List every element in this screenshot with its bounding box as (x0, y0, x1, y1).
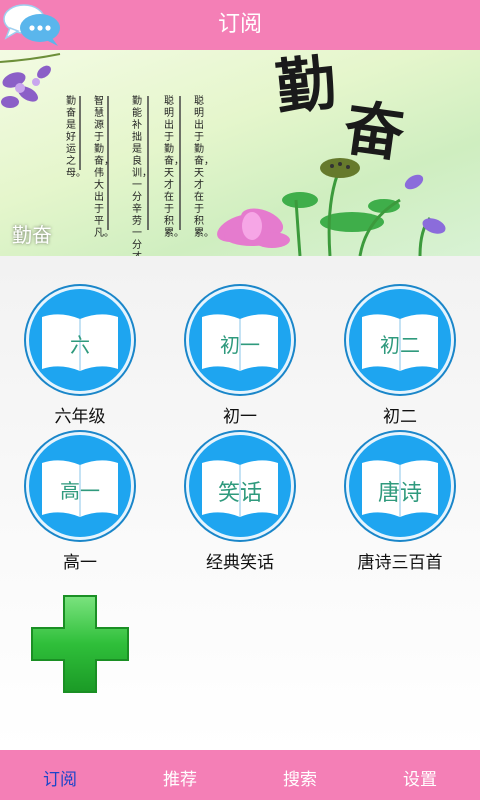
poem-line-2: 勤能补拙是良训，一分辛劳一分才。 (132, 96, 152, 256)
subscription-item-jokes[interactable]: 笑话 经典笑话 (160, 432, 320, 573)
banner[interactable]: 勤奋是好运之母。 智慧源于勤奋，伟大出于平凡。 勤能补拙是良训，一分辛劳一分才。… (0, 50, 480, 256)
book-icon: 唐诗 (346, 432, 454, 540)
book-icon: 六 (26, 286, 134, 394)
plus-icon (31, 595, 129, 693)
subscription-item-gao1[interactable]: 高一 高一 (0, 432, 160, 573)
tab-recommend[interactable]: 推荐 (120, 750, 240, 800)
book-cover-text: 笑话 (217, 481, 262, 506)
add-subscription-button[interactable] (30, 594, 130, 694)
tab-settings[interactable]: 设置 (360, 750, 480, 800)
book-icon: 初二 (346, 286, 454, 394)
subscription-label: 唐诗三百首 (357, 553, 443, 573)
book-cover-text: 唐诗 (377, 481, 422, 506)
calligraphy-char-1: 勤 (272, 50, 340, 124)
tab-subscribe[interactable]: 订阅 (0, 750, 120, 800)
book-cover-text: 高一 (60, 479, 100, 503)
calligraphy-char-2: 奋 (339, 93, 409, 171)
subscription-item-tang-poems[interactable]: 唐诗 唐诗三百首 (320, 432, 480, 573)
top-bar: 订阅 (0, 0, 480, 50)
subscription-item-chu2[interactable]: 初二 初二 (320, 286, 480, 427)
book-cover-text: 六 (70, 333, 90, 357)
bottom-tab-bar: 订阅 推荐 搜索 设置 (0, 750, 480, 800)
page-title: 订阅 (217, 12, 262, 37)
book-cover-text: 初一 (220, 333, 260, 357)
book-cover-text: 初二 (380, 333, 420, 357)
subscription-item-chu1[interactable]: 初一 初一 (160, 286, 320, 427)
book-icon: 初一 (186, 286, 294, 394)
book-icon: 高一 (26, 432, 134, 540)
subscription-label: 经典笑话 (206, 553, 274, 573)
book-icon: 笑话 (186, 432, 294, 540)
tab-search[interactable]: 搜索 (240, 750, 360, 800)
subscription-grid: 六 六年级 初一 初一 初二 初二 高一 高一 笑话 经典笑话 唐诗 唐诗三百首 (0, 256, 480, 750)
poem-line-1b: 聪明出于勤奋，天才在于积累。 (194, 96, 214, 239)
banner-caption: 勤奋 (12, 223, 52, 247)
poem-line-4: 勤奋是好运之母。 (66, 96, 86, 179)
poem-line-3: 智慧源于勤奋，伟大出于平凡。 (94, 96, 114, 239)
subscription-label: 高一 (63, 553, 97, 573)
subscription-label: 六年级 (54, 407, 106, 427)
subscription-label: 初二 (383, 407, 417, 427)
subscription-item-grade6[interactable]: 六 六年级 (0, 286, 160, 427)
poem-line-1: 聪明出于勤奋，天才在于积累。 (164, 96, 184, 239)
subscription-label: 初一 (223, 407, 257, 427)
